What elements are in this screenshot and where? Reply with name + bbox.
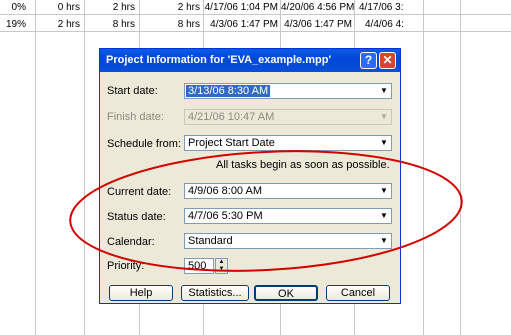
row-divider xyxy=(0,14,511,15)
chevron-down-icon[interactable]: ▼ xyxy=(377,136,391,150)
current-date-field[interactable]: 4/9/06 8:00 AM ▼ xyxy=(184,183,392,199)
column-divider xyxy=(84,0,85,335)
column-divider xyxy=(460,0,461,335)
cell-hours: 2 hrs xyxy=(112,2,135,13)
finish-date-label: Finish date: xyxy=(107,111,164,123)
cell-percent: 19% xyxy=(5,19,26,30)
current-date-label: Current date: xyxy=(107,186,172,198)
close-icon[interactable]: ✕ xyxy=(379,52,396,69)
column-divider xyxy=(423,0,424,335)
cell-date: 4/17/06 1:04 PM xyxy=(204,2,278,13)
cell-hours: 2 hrs xyxy=(177,2,200,13)
cell-date: 4/4/06 4: xyxy=(365,19,404,30)
chevron-down-icon[interactable]: ▼ xyxy=(377,184,391,198)
finish-date-value: 4/21/06 10:47 AM xyxy=(188,111,275,123)
calendar-label: Calendar: xyxy=(107,236,155,248)
schedule-from-value: Project Start Date xyxy=(188,137,275,149)
start-date-field[interactable]: 3/13/06 8:30 AM ▼ xyxy=(184,83,392,99)
help-button[interactable]: Help xyxy=(109,285,173,301)
status-date-label: Status date: xyxy=(107,211,166,223)
cell-percent: 0% xyxy=(11,2,26,13)
start-date-value: 3/13/06 8:30 AM xyxy=(186,85,271,97)
priority-value: 500 xyxy=(188,260,207,272)
priority-label: Priority: xyxy=(107,260,145,272)
cell-date: 4/3/06 1:47 PM xyxy=(210,19,278,30)
chevron-down-icon[interactable]: ▼ xyxy=(377,209,391,223)
chevron-down-icon[interactable]: ▼ xyxy=(377,234,391,248)
schedule-from-select[interactable]: Project Start Date ▼ xyxy=(184,135,392,151)
statistics-button[interactable]: Statistics... xyxy=(181,285,249,301)
calendar-value: Standard xyxy=(188,235,233,247)
cell-hours: 2 hrs xyxy=(57,19,80,30)
dialog-titlebar[interactable]: Project Information for 'EVA_example.mpp… xyxy=(100,49,400,72)
cell-hours: 0 hrs xyxy=(57,2,80,13)
schedule-note: All tasks begin as soon as possible. xyxy=(216,159,390,171)
current-date-value: 4/9/06 8:00 AM xyxy=(188,185,262,197)
dialog-title: Project Information for 'EVA_example.mpp… xyxy=(106,54,332,66)
column-divider xyxy=(35,0,36,335)
priority-stepper[interactable]: ▲ ▼ xyxy=(215,258,228,274)
status-date-field[interactable]: 4/7/06 5:30 PM ▼ xyxy=(184,208,392,224)
cancel-button[interactable]: Cancel xyxy=(326,285,390,301)
ok-button[interactable]: OK xyxy=(254,285,318,301)
project-information-dialog: Project Information for 'EVA_example.mpp… xyxy=(99,48,401,304)
priority-input[interactable]: 500 xyxy=(184,258,214,274)
row-divider xyxy=(0,31,511,32)
cell-hours: 8 hrs xyxy=(177,19,200,30)
calendar-select[interactable]: Standard ▼ xyxy=(184,233,392,249)
start-date-label: Start date: xyxy=(107,85,158,97)
finish-date-field: 4/21/06 10:47 AM ▼ xyxy=(184,109,392,125)
cell-hours: 8 hrs xyxy=(112,19,135,30)
status-date-value: 4/7/06 5:30 PM xyxy=(188,210,263,222)
chevron-down-icon[interactable]: ▼ xyxy=(377,84,391,98)
cell-date: 4/3/06 1:47 PM xyxy=(284,19,352,30)
schedule-from-label: Schedule from: xyxy=(107,138,181,150)
chevron-down-icon: ▼ xyxy=(380,112,388,121)
help-icon[interactable]: ? xyxy=(360,52,377,69)
cell-date: 4/17/06 3: xyxy=(359,2,404,13)
cell-date: 4/20/06 4:56 PM xyxy=(281,2,355,13)
